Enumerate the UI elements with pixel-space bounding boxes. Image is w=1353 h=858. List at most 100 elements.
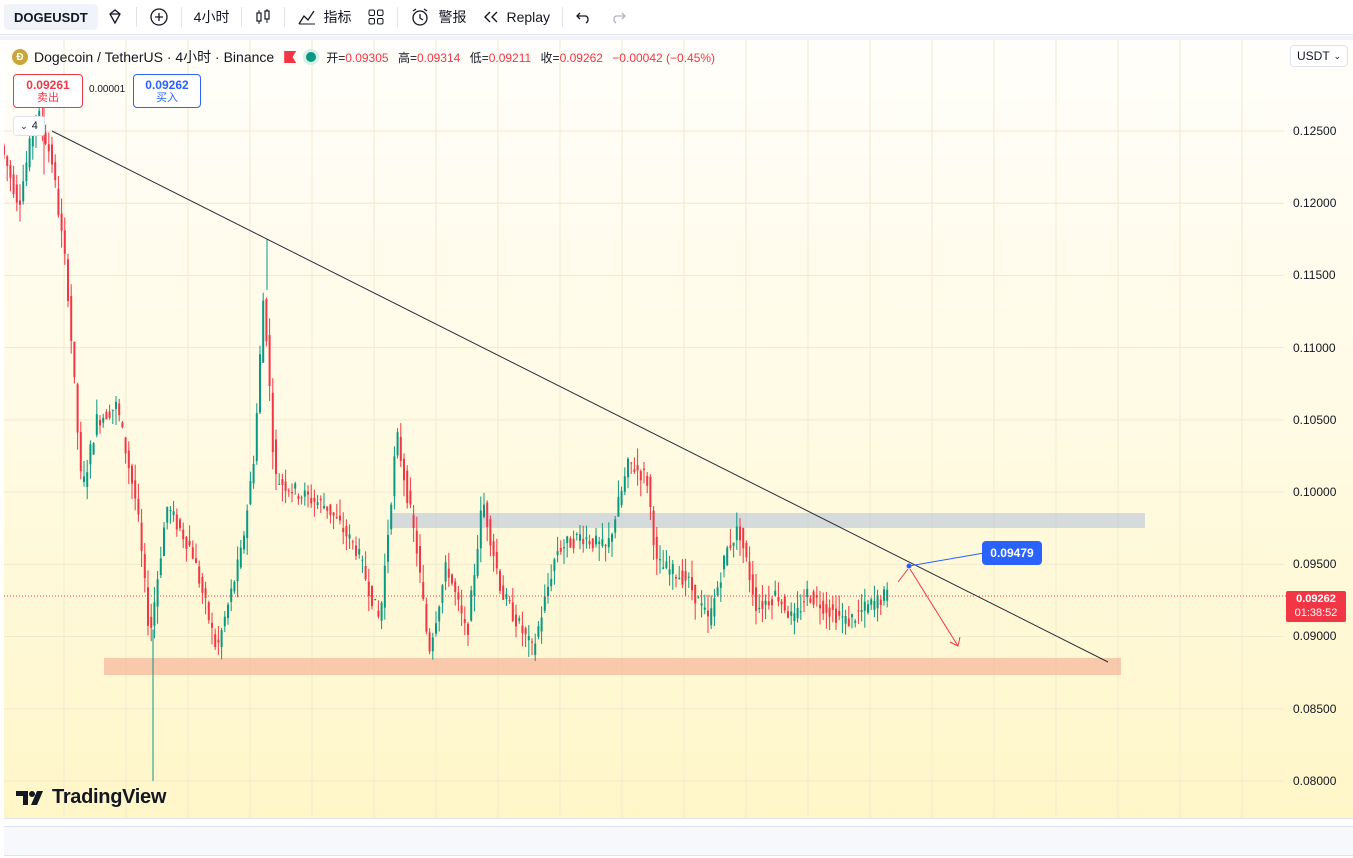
flag-icon[interactable]	[284, 51, 297, 63]
candle-body	[489, 519, 492, 546]
redo-icon[interactable]	[601, 0, 635, 34]
collapse-indicators-button[interactable]: ⌄ 4	[13, 116, 45, 136]
candle-body	[390, 504, 393, 530]
candle-body	[150, 616, 153, 628]
candle-body	[191, 547, 194, 559]
sell-button[interactable]: 0.09261 卖出	[13, 74, 83, 108]
candle-body	[182, 529, 185, 540]
candle-body	[639, 471, 642, 481]
alarm-clock-icon	[412, 8, 429, 26]
candle-body	[249, 481, 252, 505]
add-symbol-icon[interactable]	[141, 0, 177, 34]
indicator-count: 4	[31, 120, 38, 132]
candle-body	[620, 490, 623, 506]
last-price-tag: 0.09262 01:38:52	[1286, 591, 1346, 622]
candle-body	[463, 618, 466, 623]
candle-body	[604, 544, 607, 547]
candle-body	[355, 545, 357, 556]
candle-body	[294, 483, 297, 489]
price-callout[interactable]: 0.09479	[982, 541, 1042, 565]
indicators-button[interactable]: 指标	[289, 0, 359, 34]
candle-body	[444, 562, 447, 582]
watchlist-diamond-icon[interactable]	[98, 0, 132, 34]
candle-body	[582, 539, 585, 545]
candle-body	[326, 506, 329, 511]
candle-body	[451, 574, 453, 584]
candle-body	[425, 604, 428, 632]
candle-body	[774, 590, 777, 596]
candle-body	[435, 623, 437, 634]
candle-body	[265, 299, 268, 342]
candle-body	[121, 422, 124, 428]
candle-body	[419, 546, 421, 573]
candle-body	[844, 615, 847, 624]
candle-body	[764, 600, 767, 605]
candle-body	[438, 606, 441, 622]
candle-body	[220, 630, 223, 648]
candles-style-icon[interactable]	[246, 0, 280, 34]
legend-symbol-name: Dogecoin / TetherUS · 4小时 · Binance	[34, 49, 275, 65]
candle-body	[617, 497, 620, 517]
candle-body	[143, 554, 146, 579]
candle-body	[4, 145, 5, 155]
candle-body	[179, 519, 181, 529]
candle-body	[441, 585, 444, 603]
candle-body	[284, 481, 287, 491]
buy-button[interactable]: 0.09262 买入	[133, 74, 201, 108]
symbol-search-button[interactable]: DOGEUSDT	[4, 4, 98, 30]
candle-body	[211, 622, 213, 628]
candle-body	[454, 581, 457, 592]
candle-body	[12, 174, 15, 194]
candle-body	[857, 610, 860, 612]
candle-body	[262, 300, 265, 363]
price-axis-label: 0.09000	[1293, 629, 1337, 643]
descending-trendline	[51, 130, 1109, 663]
candle-body	[115, 401, 117, 409]
candle-body	[790, 611, 793, 616]
candle-body	[550, 578, 553, 587]
candle-body	[89, 444, 92, 465]
candle-body	[214, 634, 217, 648]
candle-body	[316, 502, 319, 506]
candle-body	[175, 514, 178, 530]
candle-body	[627, 458, 629, 478]
price-chart[interactable]	[4, 40, 1353, 818]
candle-body	[393, 456, 396, 497]
layouts-grid-icon[interactable]	[359, 0, 393, 34]
candle-body	[108, 411, 111, 418]
candle-body	[15, 184, 18, 203]
interval-button[interactable]: 4小时	[186, 0, 238, 34]
candle-body	[601, 539, 604, 546]
candle-body	[611, 534, 613, 542]
candle-body	[307, 491, 309, 495]
candle-body	[847, 618, 850, 627]
tradingview-logo[interactable]: TradingView	[16, 786, 166, 809]
alerts-button[interactable]: 警报	[402, 0, 474, 34]
candle-body	[102, 417, 105, 423]
undo-icon[interactable]	[567, 0, 601, 34]
candle-body	[134, 480, 137, 499]
candle-body	[684, 571, 687, 581]
candle-body	[716, 587, 719, 596]
candle-body	[431, 637, 434, 652]
candle-body	[563, 547, 565, 549]
price-axis-label: 0.10000	[1293, 485, 1337, 499]
candle-body	[460, 605, 463, 614]
currency-select[interactable]: USDT ⌄	[1290, 45, 1348, 67]
candle-body	[851, 614, 853, 618]
candle-body	[147, 587, 149, 626]
candle-body	[310, 497, 313, 504]
candle-body	[332, 512, 335, 516]
chart-pane[interactable]	[4, 40, 1353, 818]
bottom-toolbar	[4, 826, 1353, 856]
candle-body	[172, 511, 175, 516]
candle-body	[339, 515, 341, 521]
candle-body	[252, 464, 255, 484]
replay-button[interactable]: Replay	[474, 0, 558, 34]
candle-body	[105, 411, 108, 420]
candle-body	[233, 581, 236, 592]
candle-body	[876, 594, 879, 609]
candle-body	[345, 525, 348, 537]
candle-body	[351, 541, 354, 543]
candle-body	[396, 432, 399, 456]
